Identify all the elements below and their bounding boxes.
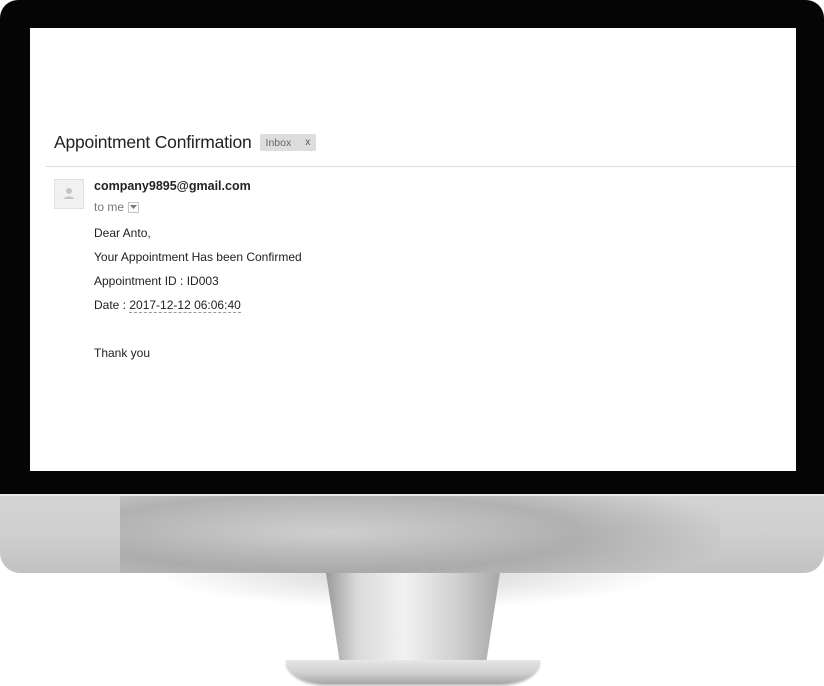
date-prefix: Date :	[94, 298, 130, 312]
email-subject: Appointment Confirmation	[54, 132, 252, 152]
inbox-label-chip[interactable]: Inbox x	[259, 134, 317, 151]
sender-email: company9895@gmail.com	[94, 179, 251, 193]
default-user-icon	[54, 179, 84, 209]
email-view: Appointment Confirmation Inbox x company…	[30, 28, 796, 471]
remove-label-button[interactable]: x	[305, 137, 310, 148]
header-divider	[46, 166, 796, 167]
date-line: Date : 2017-12-12 06:06:40	[94, 298, 241, 313]
imac-mockup: Appointment Confirmation Inbox x company…	[0, 0, 824, 686]
subject-row: Appointment Confirmation Inbox x	[54, 132, 317, 153]
monitor-chin	[0, 494, 824, 573]
recipient-text: to me	[94, 200, 125, 214]
greeting-line: Dear Anto,	[94, 226, 151, 240]
monitor-stand	[326, 573, 500, 663]
recipient-row: to me	[94, 200, 140, 214]
monitor-base	[286, 660, 540, 684]
confirmation-line: Your Appointment Has been Confirmed	[94, 250, 302, 264]
date-value[interactable]: 2017-12-12 06:06:40	[129, 298, 241, 313]
closing-line: Thank you	[94, 346, 151, 360]
appointment-id-line: Appointment ID : ID003	[94, 274, 219, 288]
inbox-label-text: Inbox	[265, 136, 292, 149]
caret-down-icon[interactable]	[128, 201, 140, 213]
